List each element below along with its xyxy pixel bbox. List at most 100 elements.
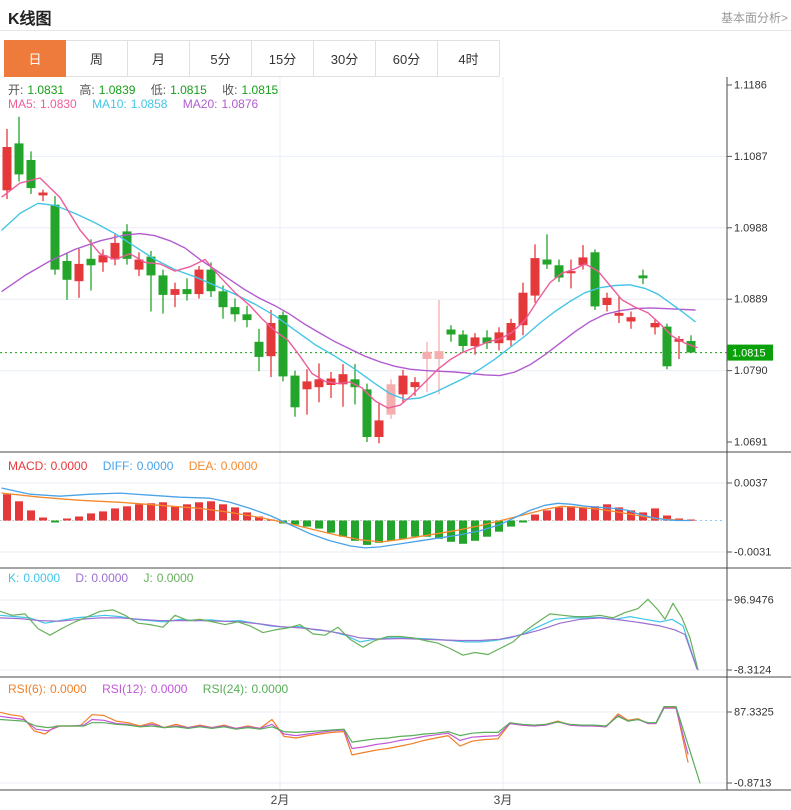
ma10-value: 1.0858 [130, 97, 168, 111]
candle-body [170, 289, 180, 295]
candle-body [26, 160, 36, 189]
candle-body [38, 192, 48, 196]
candle-body [62, 261, 72, 280]
candle-body [302, 381, 312, 390]
macd-bar [207, 501, 215, 521]
rsi6-label: RSI(6): [8, 682, 47, 696]
macd-bar [519, 520, 527, 523]
candle-body [506, 323, 516, 341]
ma20-label: MA20: [182, 97, 218, 111]
dea-value: 0.0000 [220, 459, 258, 473]
macd-bar [603, 504, 611, 521]
candle-body [206, 269, 216, 292]
rsi6-value: 0.0000 [50, 682, 87, 696]
rsi24-value: 0.0000 [251, 682, 289, 696]
macd-bar [87, 513, 95, 521]
chart-background [0, 77, 791, 810]
macd-bar [315, 520, 323, 529]
macd-bar [411, 520, 419, 537]
candle-body [518, 292, 528, 326]
macd-bar [99, 511, 107, 521]
dea-label: DEA: [188, 459, 217, 473]
macd-bar [327, 520, 335, 533]
d-value: 0.0000 [91, 571, 129, 585]
axis-tick-label: -8.3124 [734, 665, 771, 677]
high-label: 高: [79, 83, 95, 97]
candle-body [458, 334, 468, 346]
candle-body [650, 323, 660, 328]
ma10-label: MA10: [92, 97, 127, 111]
j-value: 0.0000 [156, 571, 194, 585]
close-value: 1.0815 [241, 83, 279, 97]
current-price-badge-label: 1.0815 [732, 348, 766, 360]
diff-value: 0.0000 [136, 459, 174, 473]
rsi12-value: 0.0000 [150, 682, 188, 696]
candle-body [638, 275, 648, 279]
d-label: D: [75, 571, 88, 585]
macd-bar [399, 520, 407, 539]
candle-body [218, 291, 228, 308]
candle-body [626, 317, 636, 322]
macd-bar [531, 514, 539, 521]
macd-bar [39, 517, 47, 521]
candle-body [590, 252, 600, 307]
candle-body [14, 143, 24, 175]
candle-body [74, 263, 84, 282]
macd-bar [543, 510, 551, 521]
axis-tick-label: 96.9476 [734, 595, 774, 607]
low-value: 1.0815 [170, 83, 207, 97]
macd-bar [171, 506, 179, 521]
candle-body [290, 375, 300, 408]
macd-bar [567, 506, 575, 521]
axis-tick-label: -0.8713 [734, 778, 771, 790]
candle-body [374, 420, 384, 437]
ma5-label: MA5: [8, 97, 37, 111]
high-value: 1.0839 [98, 83, 136, 97]
macd-bar [63, 518, 71, 521]
axis-tick-label: 1.0988 [734, 222, 768, 234]
rsi-legend: RSI(6): 0.0000 RSI(12): 0.0000 RSI(24): 0.0… [8, 682, 292, 696]
macd-value: 0.0000 [50, 459, 88, 473]
axis-tick-label: 1.0691 [734, 437, 768, 449]
candle-body [158, 275, 168, 295]
axis-tick-label: 1.0790 [734, 365, 768, 377]
macd-bar [243, 512, 251, 521]
kdj-legend: K: 0.0000 D: 0.0000 J: 0.0000 [8, 571, 197, 585]
close-label: 收: [222, 83, 238, 97]
macd-bar [3, 494, 11, 521]
macd-bar [195, 502, 203, 521]
axis-tick-label: 1.0889 [734, 294, 768, 306]
candle-body [410, 382, 420, 388]
macd-bar [123, 506, 131, 521]
axis-tick-label: 1.1186 [734, 80, 767, 92]
macd-bar [375, 520, 383, 543]
axis-tick-label: 87.3325 [734, 707, 774, 719]
macd-bar [579, 507, 587, 521]
low-label: 低: [150, 83, 167, 97]
axis-tick-label: 0.0037 [734, 478, 768, 490]
macd-label: MACD: [8, 459, 47, 473]
k-label: K: [8, 571, 20, 585]
open-value: 1.0831 [27, 83, 65, 97]
open-label: 开: [8, 83, 24, 97]
macd-bar [387, 520, 395, 541]
candle-body [86, 258, 96, 266]
macd-bar [339, 520, 347, 537]
candle-body [602, 297, 612, 305]
macd-bar [75, 516, 83, 521]
candle-body [614, 312, 624, 316]
macd-bar [435, 520, 443, 539]
candle-body [2, 147, 12, 191]
candle-body [386, 384, 396, 415]
diff-label: DIFF: [102, 459, 133, 473]
kline-page: K线图 基本面分析> 日周月 5分 15分 30分 60分 4时 1.1186 1.1087… [0, 0, 791, 810]
candle-body [242, 314, 252, 321]
axis-tick-label: 1.1087 [734, 151, 768, 163]
macd-legend: MACD: 0.0000 DIFF: 0.0000 DEA: 0.0000 [8, 459, 261, 473]
ma5-value: 1.0830 [40, 97, 77, 111]
axis-tick-label: -0.0031 [734, 547, 771, 559]
macd-bar [555, 507, 563, 521]
macd-bar [15, 501, 23, 521]
rsi12-label: RSI(12): [102, 682, 147, 696]
j-label: J: [143, 571, 153, 585]
